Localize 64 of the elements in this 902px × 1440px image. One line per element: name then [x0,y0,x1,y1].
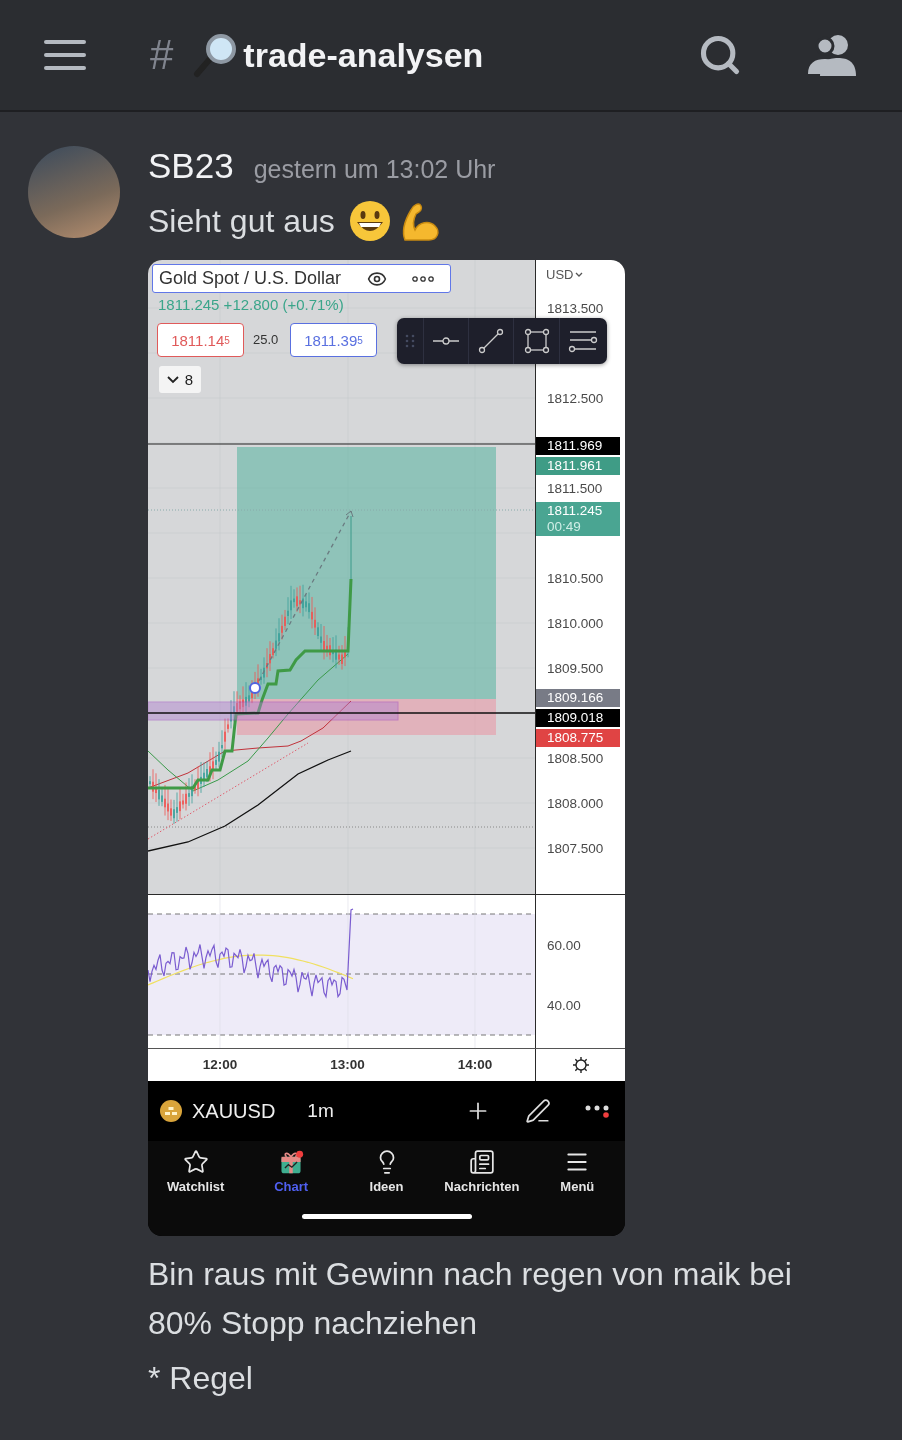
price-tag: 1809.018 [536,709,620,728]
trend-line-icon[interactable] [478,328,505,354]
time-axis-label: 12:00 [202,1057,238,1072]
message-text: Sieht gut aus [148,202,335,240]
settings-icon[interactable] [571,1056,590,1074]
horizontal-line-icon[interactable] [432,337,459,345]
price-axis-label: 1809.500 [547,660,604,676]
chevron-icon [166,375,179,384]
grinning-face-icon [348,200,391,242]
symbol-name[interactable]: XAUUSD [192,1099,276,1123]
message-text: * Regel [148,1360,254,1397]
price-tag: 1811.245 00:49 [536,501,620,536]
gift-chart-icon [278,1149,305,1175]
price-axis-label: 1812.500 [547,390,604,406]
chevron-icon [575,271,584,278]
drag-handle-icon[interactable] [404,334,415,348]
search-icon[interactable] [698,33,742,77]
star-icon [182,1149,209,1175]
price-axis-label: 1811.500 [547,480,603,496]
lines-icon[interactable] [568,329,599,353]
symbol-legend[interactable]: Gold Spot / U.S. Dollar [152,264,451,293]
price-tag: 1811.961 [536,456,620,475]
anchor-handle[interactable] [249,682,261,694]
price-tag: 1809.166 [536,689,620,708]
newspaper-icon [468,1149,495,1175]
spread-value: 25.0 [253,332,279,347]
time-axis-label: 14:00 [457,1057,493,1072]
timestamp: gestern um 13:02 Uhr [253,155,496,184]
symbol-title: Gold Spot / U.S. Dollar [159,268,342,289]
currency-selector[interactable]: USD [546,267,584,282]
price-axis-label: 1813.500 [547,300,604,316]
message-text: Bin raus mit Gewinn nach regen von maik bei 80% Stopp nachziehen [148,1255,793,1343]
channel-hash: # [150,31,174,79]
time-axis-label: 13:00 [330,1057,365,1072]
rectangle-icon[interactable] [523,328,550,354]
menu-icon[interactable] [44,40,86,70]
buy-price[interactable]: 1811.39$^{5}$ [290,323,377,357]
price-axis-label: 1807.500 [547,840,604,856]
more-icon[interactable] [412,275,434,282]
price-tag: 1808.775 [536,729,620,748]
chart-screenshot[interactable] [148,260,625,1236]
author-name[interactable]: SB23 [148,146,234,186]
rsi-axis-label: 40.00 [547,997,581,1013]
pen-icon[interactable] [525,1098,551,1124]
nav-tab[interactable]: Chart [243,1149,339,1194]
price-change: 1811.245 +12.800 (+0.71%) [158,296,344,313]
sell-price[interactable]: 1811.14$^{5}$ [157,323,244,357]
nav-tab[interactable]: Menü [529,1149,625,1194]
price-axis-label: 1808.000 [547,795,604,811]
nav-tab[interactable]: Nachrichten [434,1149,530,1194]
members-icon[interactable] [808,34,858,76]
price-axis-label: 1808.500 [547,750,604,766]
indicators-toggle[interactable]: 8 [159,366,201,393]
channel-name: trade-analysen [243,35,484,75]
price-tag: 1811.969 [536,436,620,455]
more-icon[interactable] [585,1104,609,1118]
rsi-axis-label: 60.00 [547,937,581,953]
price-axis-label: 1810.000 [547,615,604,631]
coin-icon [160,1100,182,1122]
price-axis-label: 1810.500 [547,570,604,586]
interval[interactable]: 1m [307,1100,334,1122]
price-jump-line [350,515,352,580]
nav-tab[interactable]: Ideen [338,1149,435,1194]
nav-tab[interactable]: Watchlist [148,1149,244,1194]
